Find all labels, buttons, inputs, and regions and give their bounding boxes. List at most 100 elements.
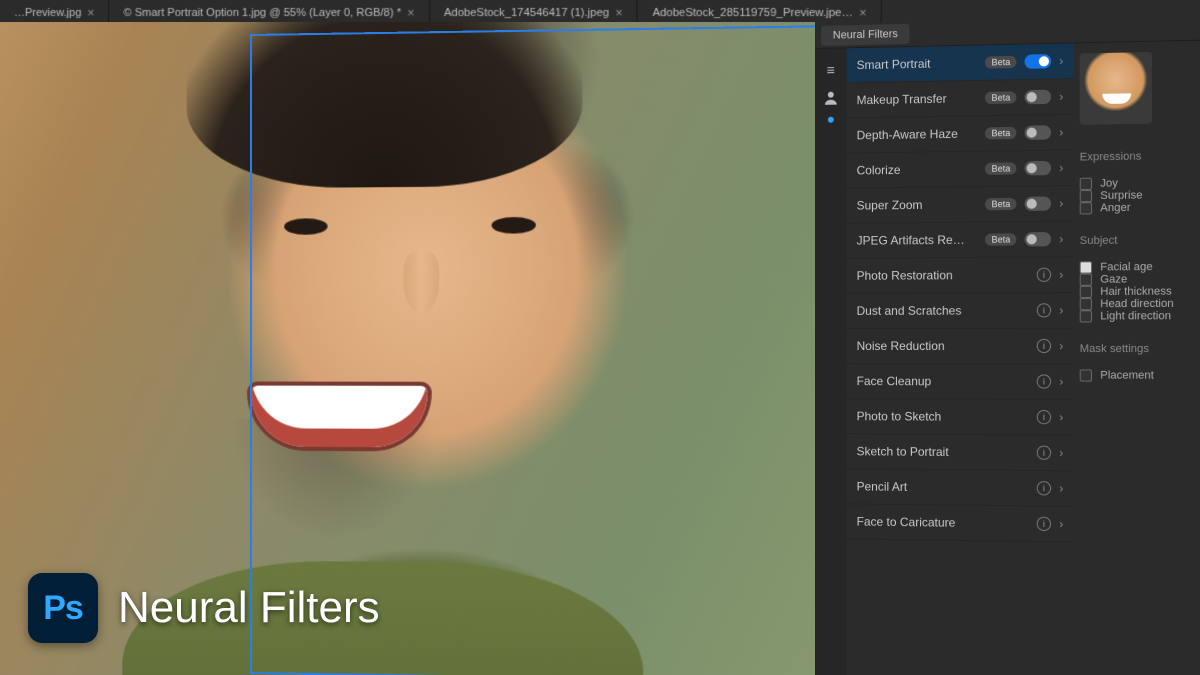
chevron-right-icon: › [1059, 446, 1063, 460]
chevron-right-icon: › [1059, 89, 1063, 103]
checkbox[interactable] [1080, 261, 1092, 273]
property-label: Anger [1100, 202, 1130, 215]
branding-overlay: Ps Neural Filters [28, 573, 380, 643]
property-row[interactable]: Light direction [1080, 310, 1200, 323]
panel-icon-strip: ≡ [815, 48, 847, 675]
person-icon[interactable] [822, 89, 840, 107]
checkbox[interactable] [1080, 274, 1092, 286]
filter-row[interactable]: Photo Restoration i › [847, 257, 1074, 294]
logo-text: Ps [43, 589, 83, 628]
filter-row[interactable]: Face to Caricature i › [847, 504, 1074, 542]
filter-name: Photo to Sketch [857, 409, 1029, 424]
filter-name: Photo Restoration [857, 268, 1029, 283]
face-thumbnail[interactable] [1080, 52, 1152, 125]
checkbox[interactable] [1080, 310, 1092, 322]
info-icon[interactable]: i [1037, 268, 1051, 282]
property-row[interactable]: Anger [1080, 201, 1200, 215]
document-tab-bar: …Preview.jpg × © Smart Portrait Option 1… [0, 0, 1200, 22]
filter-name: Super Zoom [857, 197, 978, 212]
property-label: Placement [1100, 369, 1154, 381]
checkbox[interactable] [1080, 190, 1092, 202]
beta-badge: Beta [985, 198, 1016, 210]
filter-row[interactable]: Dust and Scratches i › [847, 293, 1074, 329]
property-label: Light direction [1100, 310, 1171, 322]
overlay-title: Neural Filters [118, 583, 380, 633]
close-icon[interactable]: × [407, 5, 414, 19]
list-icon[interactable]: ≡ [822, 60, 840, 78]
chevron-right-icon: › [1059, 125, 1063, 139]
checkbox[interactable] [1080, 178, 1092, 190]
property-label: Facial age [1100, 261, 1152, 274]
info-icon[interactable]: i [1037, 481, 1051, 495]
chevron-right-icon: › [1059, 54, 1063, 68]
chevron-right-icon: › [1059, 232, 1063, 246]
filter-toggle[interactable] [1025, 54, 1052, 69]
filter-toggle[interactable] [1025, 161, 1052, 176]
chevron-right-icon: › [1059, 196, 1063, 210]
document-tab[interactable]: …Preview.jpg × [0, 0, 109, 22]
filter-name: Face to Caricature [857, 514, 1029, 530]
checkbox[interactable] [1080, 286, 1092, 298]
info-icon[interactable]: i [1037, 410, 1051, 424]
info-icon[interactable]: i [1037, 339, 1051, 353]
filter-row[interactable]: Smart Portrait Beta › [847, 43, 1074, 83]
photoshop-logo: Ps [28, 573, 98, 643]
beta-badge: Beta [985, 91, 1016, 104]
filter-toggle[interactable] [1025, 125, 1052, 140]
info-icon[interactable]: i [1037, 374, 1051, 388]
filter-list: Smart PortraitBeta›Makeup TransferBeta›D… [847, 43, 1074, 675]
property-row[interactable]: Placement [1080, 369, 1200, 382]
property-label: Head direction [1100, 298, 1173, 311]
filter-row[interactable]: Depth-Aware HazeBeta› [847, 115, 1074, 154]
checkbox[interactable] [1080, 298, 1092, 310]
filter-toggle[interactable] [1025, 232, 1052, 246]
info-icon[interactable]: i [1037, 446, 1051, 460]
filter-name: Sketch to Portrait [857, 444, 1029, 459]
info-icon[interactable]: i [1037, 303, 1051, 317]
filter-name: JPEG Artifacts Re… [857, 233, 978, 248]
filter-properties: Expressions JoySurpriseAnger Subject Fac… [1074, 40, 1200, 675]
property-row[interactable]: Hair thickness [1080, 285, 1200, 298]
document-tab[interactable]: AdobeStock_285119759_Preview.jpe… × [638, 0, 882, 22]
tab-label: AdobeStock_174546417 (1).jpeg [444, 6, 609, 18]
filter-row[interactable]: Noise Reductioni› [847, 329, 1074, 365]
filter-row[interactable]: Pencil Arti› [847, 469, 1074, 507]
property-label: Hair thickness [1100, 285, 1171, 298]
chevron-right-icon: › [1059, 374, 1063, 388]
filter-name: Dust and Scratches [857, 303, 1029, 318]
panel-title[interactable]: Neural Filters [821, 24, 910, 46]
beta-badge: Beta [985, 56, 1016, 69]
section-title: Expressions [1080, 150, 1200, 164]
filter-row[interactable]: Photo to Sketch i › [847, 399, 1074, 435]
filter-name: Colorize [857, 162, 978, 178]
property-row[interactable]: Facial age [1080, 261, 1200, 274]
filter-toggle[interactable] [1025, 196, 1052, 210]
checkbox[interactable] [1080, 202, 1092, 214]
active-dot-icon [828, 117, 834, 123]
filter-row[interactable]: Makeup TransferBeta› [847, 79, 1074, 118]
filter-row[interactable]: Super Zoom Beta › [847, 186, 1074, 224]
beta-badge: Beta [985, 162, 1016, 175]
property-row[interactable]: Head direction [1080, 298, 1200, 311]
checkbox[interactable] [1080, 369, 1092, 381]
tab-label: © Smart Portrait Option 1.jpg @ 55% (Lay… [124, 6, 402, 18]
filter-row[interactable]: Sketch to Portrait i › [847, 434, 1074, 471]
document-tab[interactable]: AdobeStock_174546417 (1).jpeg × [430, 0, 638, 22]
filter-row[interactable]: Face Cleanupi› [847, 364, 1074, 400]
chevron-right-icon: › [1059, 517, 1063, 531]
property-row[interactable]: Gaze [1080, 273, 1200, 286]
filter-row[interactable]: Colorize Beta › [847, 150, 1074, 188]
chevron-right-icon: › [1059, 161, 1063, 175]
chevron-right-icon: › [1059, 303, 1063, 317]
chevron-right-icon: › [1059, 410, 1063, 424]
filter-name: Smart Portrait [857, 56, 978, 73]
filter-toggle[interactable] [1025, 90, 1052, 105]
info-icon[interactable]: i [1037, 517, 1051, 531]
close-icon[interactable]: × [615, 5, 622, 19]
filter-row[interactable]: JPEG Artifacts Re…Beta› [847, 222, 1074, 259]
document-tab[interactable]: © Smart Portrait Option 1.jpg @ 55% (Lay… [109, 0, 429, 22]
close-icon[interactable]: × [859, 5, 866, 19]
neural-filters-panel: Neural Filters ≡ Smart PortraitBeta›Make… [815, 13, 1200, 675]
chevron-right-icon: › [1059, 268, 1063, 282]
close-icon[interactable]: × [87, 5, 94, 19]
